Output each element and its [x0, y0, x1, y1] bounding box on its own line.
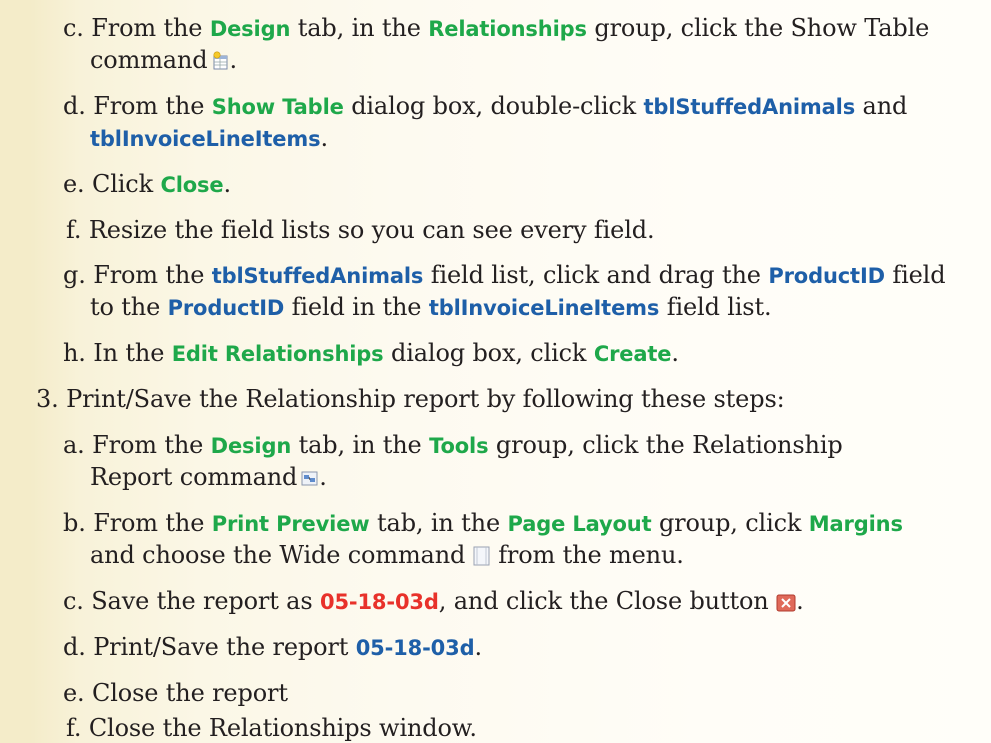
table-name: tblInvoiceLineItems: [428, 296, 660, 320]
group-name: Relationships: [428, 17, 587, 41]
step-d-line1: d. From the Show Table dialog box, doubl…: [63, 92, 908, 120]
dialog-name: Show Table: [211, 95, 344, 119]
step-c2-line: c. Save the report as 05-18-03d, and cli…: [63, 587, 804, 619]
step-marker: d.: [63, 633, 86, 661]
step-marker: f.: [66, 216, 82, 244]
step-3-line: 3. Print/Save the Relationship report by…: [36, 385, 785, 413]
button-name: Close: [160, 173, 224, 197]
step-d-line2: tblInvoiceLineItems.: [90, 124, 328, 152]
table-name: tblStuffedAnimals: [211, 264, 424, 288]
step-e2-line: e. Close the report: [63, 679, 288, 707]
step-a-line2: Report command.: [90, 463, 327, 495]
relationship-report-icon: [301, 466, 319, 495]
tab-name: Design: [210, 434, 292, 458]
step-marker: 3.: [36, 385, 59, 413]
step-c-line1: c. From the Design tab, in the Relations…: [63, 14, 930, 42]
step-e-line: e. Click Close.: [63, 170, 231, 198]
step-marker: c.: [63, 14, 84, 42]
step-marker: g.: [63, 261, 86, 289]
group-name: Tools: [429, 434, 489, 458]
field-name: ProductID: [768, 264, 885, 288]
instruction-page: c. From the Design tab, in the Relations…: [0, 0, 991, 742]
step-marker: h.: [63, 339, 86, 367]
field-name: ProductID: [167, 296, 285, 320]
wide-margins-icon: [473, 544, 491, 573]
step-f-line: f. Resize the field lists so you can see…: [66, 216, 655, 244]
close-x-icon: [776, 590, 796, 619]
step-marker: c.: [63, 587, 84, 615]
step-b-line1: b. From the Print Preview tab, in the Pa…: [63, 509, 903, 537]
step-marker: f.: [66, 714, 82, 742]
step-a-line1: a. From the Design tab, in the Tools gro…: [63, 431, 843, 459]
step-marker: b.: [63, 509, 86, 537]
button-name: Create: [593, 342, 672, 366]
step-g-line2: to the ProductID field in the tblInvoice…: [90, 293, 772, 321]
step-d2-line: d. Print/Save the report 05-18-03d.: [63, 633, 482, 661]
step-c-line2: command.: [90, 46, 237, 78]
step-marker: e.: [63, 170, 85, 198]
step-h-line: h. In the Edit Relationships dialog box,…: [63, 339, 679, 367]
step-marker: d.: [63, 92, 86, 120]
table-name: tblInvoiceLineItems: [90, 127, 321, 151]
file-name: 05-18-03d: [319, 590, 439, 614]
show-table-icon: [212, 49, 230, 78]
step-f2-line: f. Close the Relationships window.: [66, 714, 477, 742]
dialog-name: Edit Relationships: [171, 342, 384, 366]
file-name: 05-18-03d: [355, 636, 475, 660]
step-g-line1: g. From the tblStuffedAnimals field list…: [63, 261, 946, 289]
step-marker: e.: [63, 679, 85, 707]
step-b-line2: and choose the Wide command from the men…: [90, 541, 684, 573]
tab-name: Design: [209, 17, 291, 41]
group-name: Page Layout: [507, 512, 652, 536]
step-marker: a.: [63, 431, 85, 459]
command-name: Margins: [808, 512, 903, 536]
tab-name: Print Preview: [211, 512, 370, 536]
table-name: tblStuffedAnimals: [643, 95, 856, 119]
